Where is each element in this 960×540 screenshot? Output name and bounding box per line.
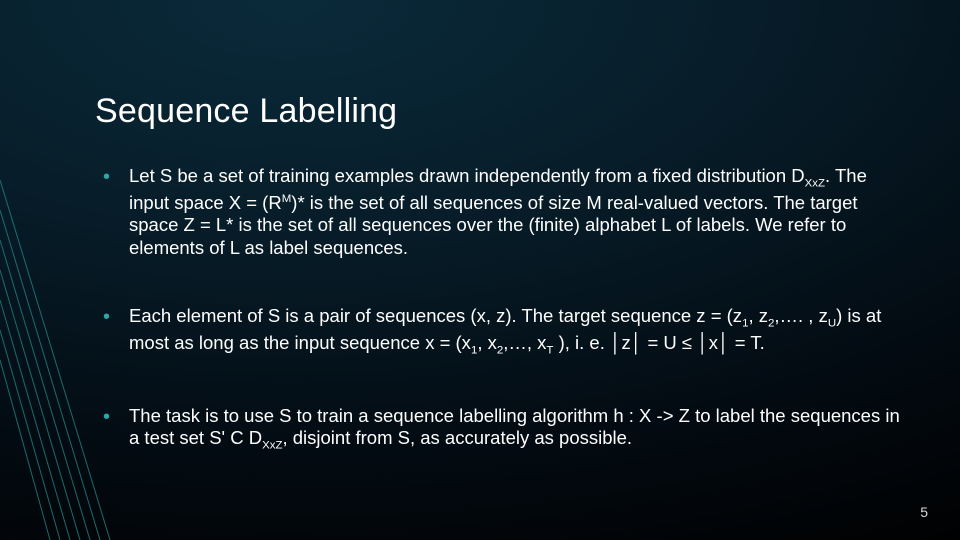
slide-content: Sequence Labelling Let S be a set of tra… <box>95 92 900 500</box>
subscript-text: XxZ <box>805 178 825 190</box>
bullet-text: Let S be a set of training examples draw… <box>129 165 805 186</box>
bullet-text: Each element of S is a pair of sequences… <box>129 305 742 326</box>
bullet-list: Let S be a set of training examples draw… <box>95 165 900 454</box>
page-number: 5 <box>920 504 928 520</box>
bullet-item: Let S be a set of training examples draw… <box>95 165 900 259</box>
bullet-text: , disjoint from S, as accurately as poss… <box>282 427 632 448</box>
slide-title: Sequence Labelling <box>95 92 900 131</box>
bullet-item: The task is to use S to train a sequence… <box>95 405 900 454</box>
bullet-text: ,…, x <box>503 332 546 353</box>
bullet-text: ), i. e. │z│ = U ≤ │x│ = T. <box>553 332 764 353</box>
bullet-text: ,…. , z <box>774 305 827 326</box>
slide: Sequence Labelling Let S be a set of tra… <box>0 0 960 540</box>
superscript-text: M <box>282 193 292 205</box>
bullet-item: Each element of S is a pair of sequences… <box>95 305 900 358</box>
subscript-text: XxZ <box>262 440 282 452</box>
subscript-text: U <box>828 318 836 330</box>
bullet-text: , x <box>477 332 497 353</box>
bullet-text: , z <box>748 305 768 326</box>
